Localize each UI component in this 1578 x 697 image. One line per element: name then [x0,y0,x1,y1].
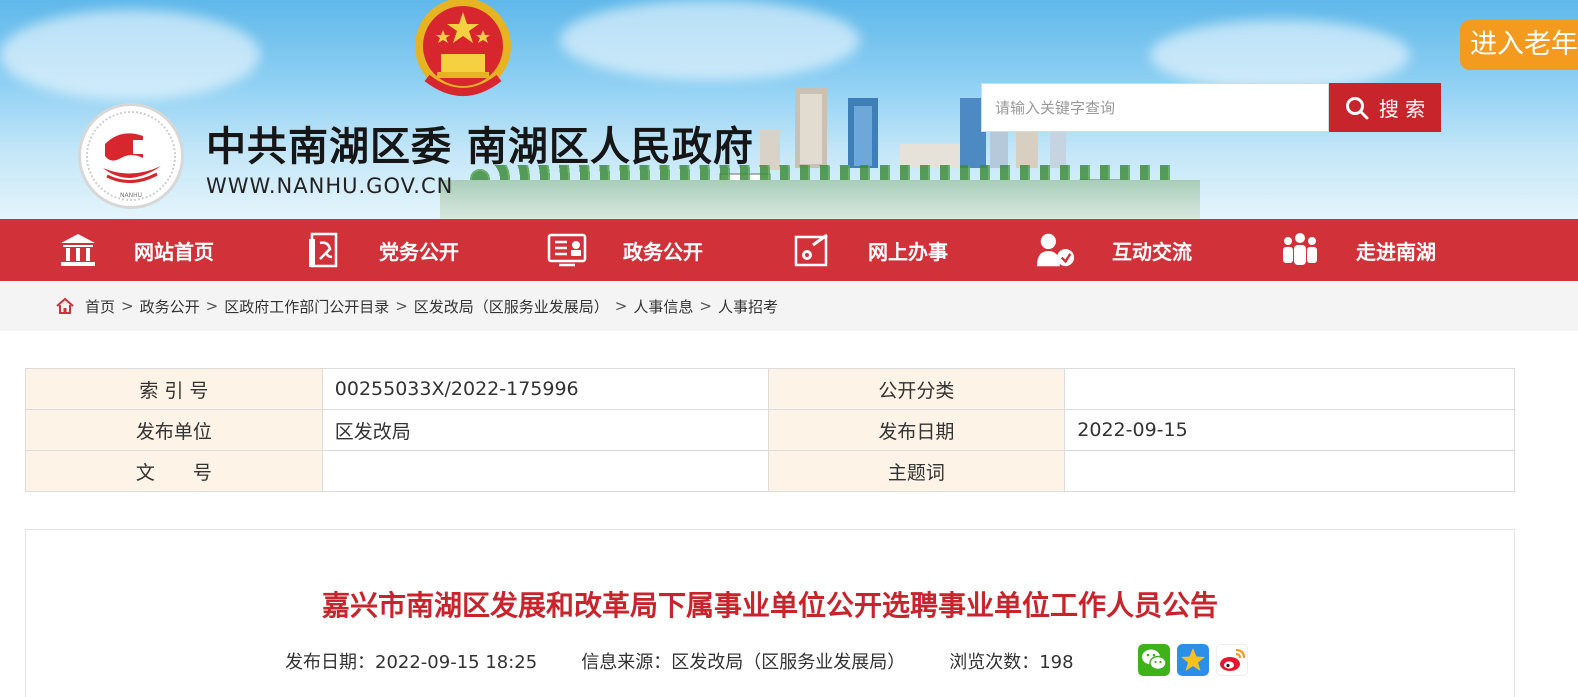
wechat-share-icon[interactable] [1138,644,1170,676]
cloud-decoration [1150,20,1410,90]
index-value: 00255033X/2022-175996 [321,368,769,410]
article-views: 浏览次数：198 [949,648,1073,674]
main-nav: 网站首页 党务公开 政务公开 网上办事 互动交流 走进南湖 [0,219,1578,281]
nav-item-label: 网站首页 [134,239,214,264]
nav-item-gov[interactable]: 政务公开 [547,219,703,281]
people-group-icon [1280,230,1320,270]
header-banner: NANHU 中共南湖区委 南湖区人民政府 WWW.NANHU.GOV.CN 搜 … [0,0,1578,219]
article-views-value: 198 [1039,652,1074,673]
article-date-label: 发布日期： [285,652,375,673]
nav-item-label: 党务公开 [379,239,459,264]
nav-item-interact[interactable]: 互动交流 [1036,219,1192,281]
site-title: 中共南湖区委 南湖区人民政府 [206,124,754,170]
doc-number-value [321,450,769,492]
breadcrumb-separator: > [699,297,712,315]
search-icon [1345,96,1369,119]
site-url: WWW.NANHU.GOV.CN [206,174,454,198]
cloud-decoration [0,10,260,100]
article-source: 信息来源：区发改局（区服务业发展局） [581,648,905,674]
publisher-label: 发布单位 [25,409,323,451]
category-label: 公开分类 [767,368,1066,410]
category-value [1064,368,1515,410]
party-flag-icon [303,230,343,270]
nav-item-label: 走进南湖 [1356,239,1436,264]
nav-item-online[interactable]: 网上办事 [792,219,948,281]
weibo-share-icon[interactable] [1216,644,1248,676]
nav-item-party[interactable]: 党务公开 [303,219,459,281]
breadcrumb-separator: > [395,297,408,315]
breadcrumb-bar: 首页 > 政务公开 > 区政府工作部门公开目录 > 区发改局（区服务业发展局） … [0,281,1578,331]
svg-text:NANHU: NANHU [120,192,142,199]
index-label: 索 引 号 [25,368,323,410]
elder-mode-button[interactable]: 进入老年 [1460,20,1578,70]
breadcrumb-recruitment[interactable]: 人事招考 [718,296,778,317]
nav-item-label: 互动交流 [1112,239,1192,264]
subject-label: 主题词 [767,450,1066,492]
table-row: 发布单位 区发改局 发布日期 2022-09-15 [25,409,1515,451]
article-date-value: 2022-09-15 18:25 [375,652,538,673]
site-logo[interactable]: NANHU [78,103,184,209]
search-input[interactable] [981,83,1329,132]
nav-item-home[interactable]: 网站首页 [58,219,214,281]
article-source-value: 区发改局（区服务业发展局） [671,652,906,673]
nav-item-nanhu[interactable]: 走进南湖 [1280,219,1436,281]
national-emblem-icon [415,0,511,96]
subject-value [1064,450,1515,492]
publish-date-label: 发布日期 [767,409,1066,451]
cloud-decoration [560,0,860,80]
red-boat-logo-icon: NANHU [86,111,176,201]
breadcrumb-separator: > [205,297,219,315]
breadcrumb-personnel[interactable]: 人事信息 [633,296,693,317]
table-row: 索 引 号 00255033X/2022-175996 公开分类 [25,368,1515,410]
building-icon [58,230,98,270]
breadcrumb-home[interactable]: 首页 [85,296,115,317]
publish-date-value: 2022-09-15 [1064,409,1515,451]
search-button[interactable]: 搜 索 [1329,83,1441,132]
article-info: 发布日期：2022-09-15 18:25 信息来源：区发改局（区服务业发展局）… [285,648,1118,674]
breadcrumb: 首页 > 政务公开 > 区政府工作部门公开目录 > 区发改局（区服务业发展局） … [55,281,778,331]
user-chat-icon [1036,230,1076,270]
article-date: 发布日期：2022-09-15 18:25 [285,648,537,674]
breadcrumb-gov[interactable]: 政务公开 [140,296,200,317]
breadcrumb-separator: > [121,297,134,315]
search-button-label: 搜 索 [1378,97,1426,121]
lake-decoration [440,180,1200,219]
nav-item-label: 网上办事 [868,239,948,264]
breadcrumb-departments[interactable]: 区政府工作部门公开目录 [224,296,389,317]
breadcrumb-separator: > [614,297,628,315]
article-source-label: 信息来源： [581,652,672,673]
breadcrumb-drc[interactable]: 区发改局（区服务业发展局） [414,296,609,317]
doc-number-label: 文 号 [25,450,323,492]
document-meta-table: 索 引 号 00255033X/2022-175996 公开分类 发布单位 区发… [25,368,1515,492]
table-row: 文 号 主题词 [25,450,1515,492]
article-views-label: 浏览次数： [949,652,1040,673]
home-icon[interactable] [55,296,75,316]
document-board-icon [547,230,587,270]
nav-item-label: 政务公开 [623,239,703,264]
publisher-value: 区发改局 [321,409,769,451]
online-service-icon [792,230,832,270]
article-title: 嘉兴市南湖区发展和改革局下属事业单位公开选聘事业单位工作人员公告 [321,589,1218,622]
qzone-share-icon[interactable] [1177,644,1209,676]
